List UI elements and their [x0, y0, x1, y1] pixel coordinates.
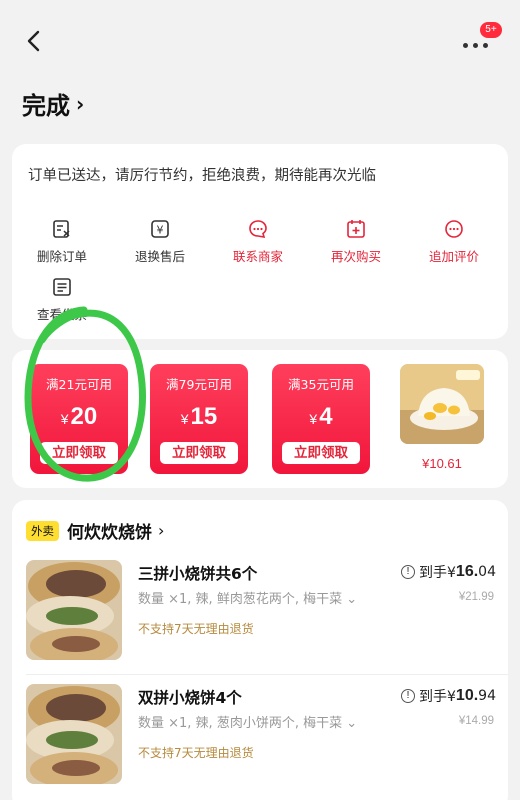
chevron-left-icon[interactable] [22, 28, 48, 54]
promo-product-image[interactable] [400, 364, 484, 444]
comment-icon [445, 220, 463, 238]
claim-coupon-button[interactable]: 立即领取 [160, 442, 238, 464]
shop-name: 何炊炊烧饼 [67, 523, 152, 543]
action-label: 再次购买 [330, 249, 381, 264]
action-label: 退换售后 [134, 249, 185, 264]
coupon-condition: 满79元可用 [166, 377, 232, 392]
return-policy-note: 不支持7天无理由退货 [138, 746, 254, 760]
item-name: 双拼小烧饼4个 [138, 689, 242, 707]
order-item[interactable]: 双拼小烧饼4个 数量 ×1, 辣, 葱肉小饼两个, 梅干菜 ⌄ 不支持7天无理由… [12, 684, 508, 786]
action-label: 删除订单 [36, 249, 87, 264]
item-spec[interactable]: 数量 ×1, 辣, 葱肉小饼两个, 梅干菜 ⌄ [138, 712, 357, 731]
item-name: 三拼小烧饼共6个 [138, 565, 258, 583]
final-price: ! 到手¥ 16. 04 [401, 562, 496, 582]
action-label: 查看发票 [36, 307, 87, 322]
original-price: ¥14.99 [458, 715, 494, 727]
item-divider [26, 674, 508, 675]
order-status-card: 订单已送达，请厉行节约，拒绝浪费，期待能再次光临 删除订单 ¥ 退换售后 联系商… [12, 144, 508, 339]
after-sales-icon: ¥ [151, 220, 169, 238]
promo-product-price: ¥10.61 [422, 456, 462, 471]
status-label: 完成 [22, 92, 70, 120]
shop-header[interactable]: 外卖 何炊炊烧饼 › [26, 518, 164, 543]
action-label: 联系商家 [232, 249, 283, 264]
chevron-right-icon: › [76, 91, 85, 116]
buy-again-button[interactable]: 再次购买 [308, 218, 404, 265]
delivery-notice: 订单已送达，请厉行节约，拒绝浪费，期待能再次光临 [28, 168, 376, 184]
order-items-card: 外卖 何炊炊烧饼 › 三拼小烧饼共6个 数量 ×1, 辣, 鲜肉葱花两个, 梅干… [12, 500, 508, 800]
delete-order-button[interactable]: 删除订单 [14, 218, 110, 265]
coupon-card[interactable]: 满35元可用 ¥4 立即领取 [272, 364, 370, 474]
chevron-down-icon: ⌄ [342, 592, 358, 607]
coupon-condition: 满21元可用 [46, 377, 112, 392]
coupon-strip: 满21元可用 ¥20 立即领取 满79元可用 ¥15 立即领取 满35元可用 ¥… [12, 350, 508, 488]
claim-coupon-button[interactable]: 立即领取 [282, 442, 360, 464]
info-icon[interactable]: ! [401, 689, 415, 703]
notification-badge: 5+ [480, 22, 502, 38]
return-policy-note: 不支持7天无理由退货 [138, 622, 254, 636]
item-image [26, 560, 122, 660]
svg-text:¥: ¥ [157, 224, 164, 237]
delete-order-icon [53, 220, 70, 238]
coupon-card[interactable]: 满21元可用 ¥20 立即领取 [30, 364, 128, 474]
after-sales-button[interactable]: ¥ 退换售后 [112, 218, 208, 265]
coupon-condition: 满35元可用 [288, 377, 354, 392]
coupon-amount: ¥4 [309, 403, 333, 430]
add-review-button[interactable]: 追加评价 [406, 218, 502, 265]
item-image [26, 684, 122, 784]
original-price: ¥21.99 [458, 591, 494, 603]
coupon-amount: ¥20 [60, 403, 98, 430]
chevron-right-icon: › [158, 521, 165, 540]
chat-icon [249, 220, 267, 238]
final-price: ! 到手¥ 10. 94 [401, 686, 496, 706]
order-item[interactable]: 三拼小烧饼共6个 数量 ×1, 辣, 鲜肉葱花两个, 梅干菜 ⌄ 不支持7天无理… [12, 560, 508, 662]
action-label: 追加评价 [428, 249, 479, 264]
invoice-icon [53, 278, 71, 296]
delivery-tag: 外卖 [26, 520, 59, 541]
calendar-plus-icon [347, 220, 365, 238]
contact-merchant-button[interactable]: 联系商家 [210, 218, 306, 265]
item-spec[interactable]: 数量 ×1, 辣, 鲜肉葱花两个, 梅干菜 ⌄ [138, 588, 357, 607]
coupon-card[interactable]: 满79元可用 ¥15 立即领取 [150, 364, 248, 474]
top-bar: 5+ [0, 0, 520, 80]
view-invoice-button[interactable]: 查看发票 [14, 276, 110, 323]
order-status-title[interactable]: 完成 › [22, 86, 84, 121]
claim-coupon-button[interactable]: 立即领取 [40, 442, 118, 464]
coupon-amount: ¥15 [180, 403, 218, 430]
chevron-down-icon: ⌄ [342, 716, 358, 731]
info-icon[interactable]: ! [401, 565, 415, 579]
